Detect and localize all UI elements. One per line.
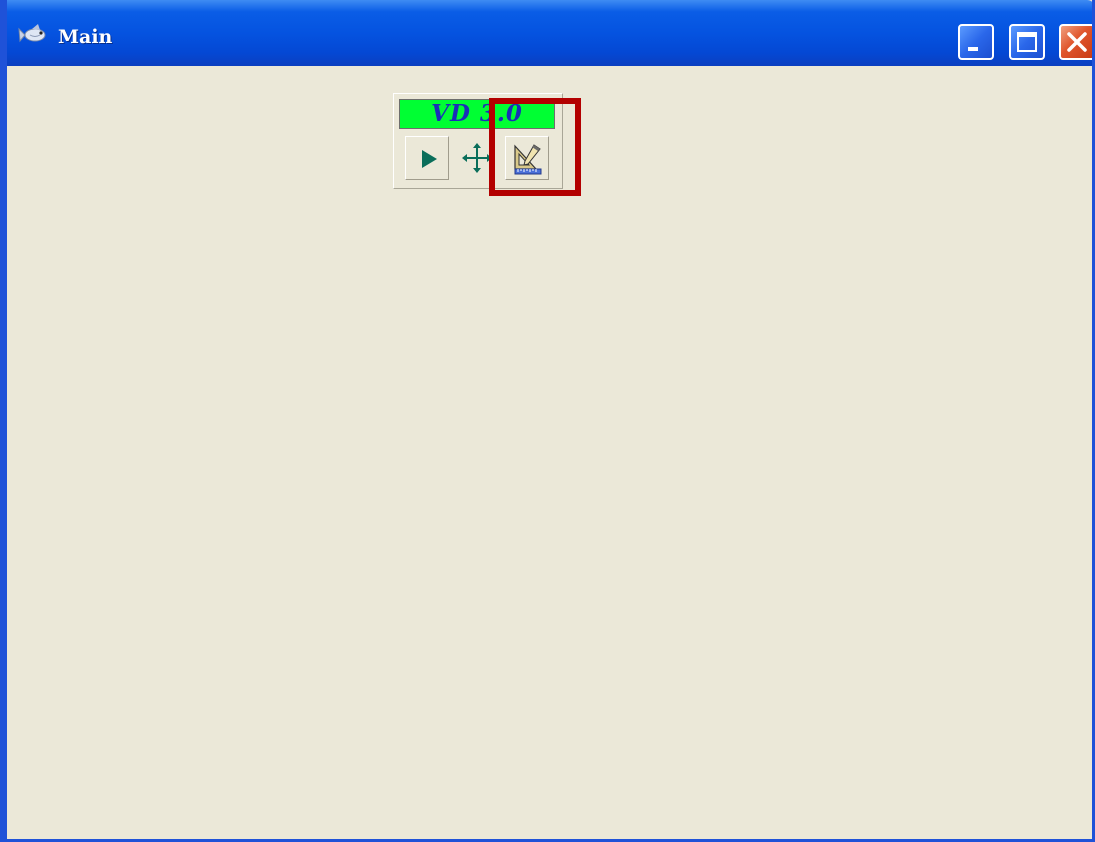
minimize-button[interactable] (958, 24, 994, 60)
title-bar[interactable]: Main (7, 0, 1092, 66)
close-button[interactable] (1059, 24, 1092, 60)
vd-toolbar-panel: VD 3.0 (393, 93, 563, 189)
client-area: VD 3.0 (7, 66, 1092, 839)
move-arrows-icon (462, 143, 492, 173)
run-button[interactable] (405, 136, 449, 180)
play-icon (422, 150, 437, 168)
fish-app-icon (18, 24, 46, 43)
main-window: Main VD 3.0 (0, 0, 1095, 842)
maximize-icon (1017, 32, 1037, 52)
ruler-pencil-icon (514, 144, 542, 175)
maximize-button[interactable] (1009, 24, 1045, 60)
window-title: Main (58, 26, 113, 48)
close-icon (1067, 32, 1087, 52)
measure-button[interactable] (505, 136, 549, 180)
move-button[interactable] (455, 136, 499, 180)
vd-version-label: VD 3.0 (399, 99, 555, 129)
minimize-icon (968, 47, 978, 51)
